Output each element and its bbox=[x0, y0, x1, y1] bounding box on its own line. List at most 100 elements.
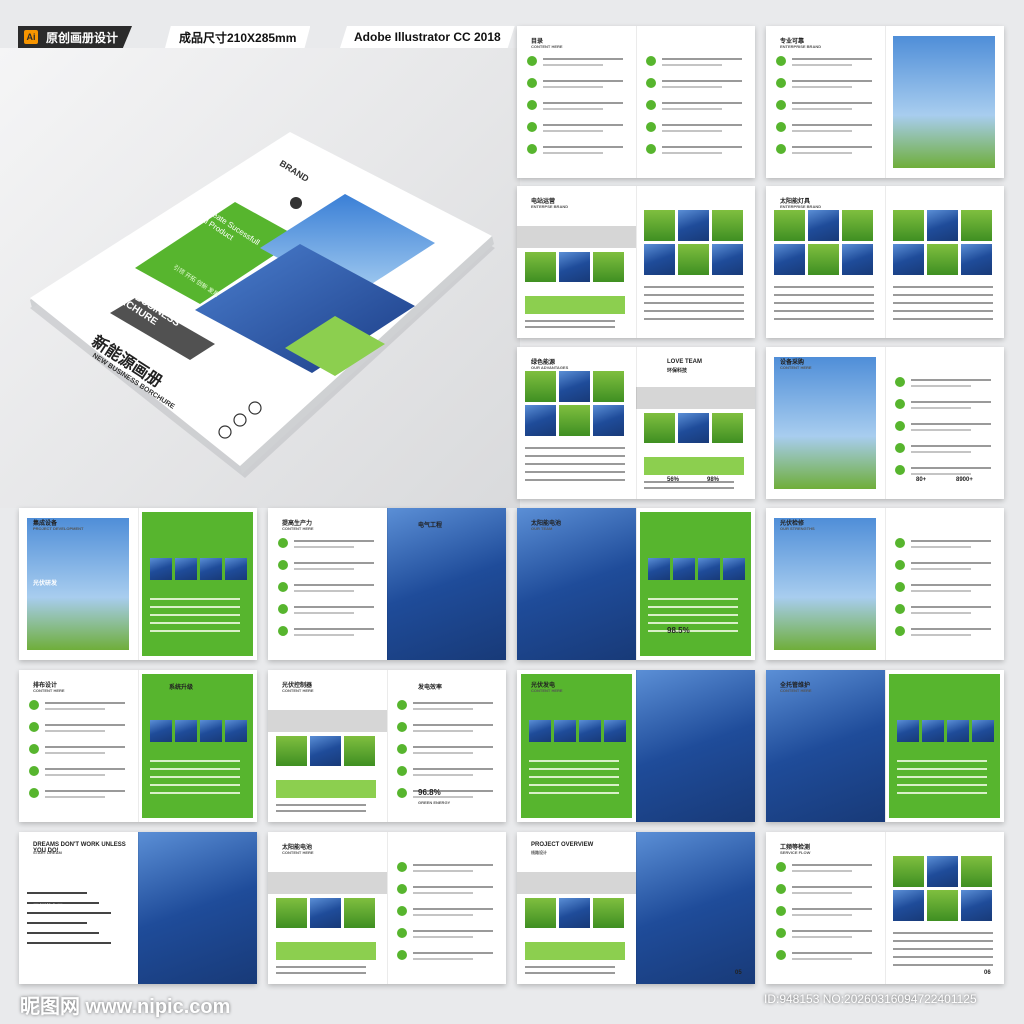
text-line bbox=[911, 568, 971, 570]
text-line bbox=[45, 730, 105, 732]
text-line bbox=[150, 614, 240, 616]
thumb bbox=[723, 558, 745, 580]
spread-subtitle: CONTENT HERE bbox=[531, 688, 563, 693]
spread-right-title: LOVE TEAM bbox=[667, 359, 703, 365]
text-line bbox=[529, 768, 619, 770]
bullet-icon bbox=[278, 626, 288, 636]
text-line bbox=[413, 952, 493, 954]
image-id: ID:948153 NO:20260316094722401125 bbox=[764, 992, 977, 1006]
text-line bbox=[911, 612, 971, 614]
text-line bbox=[662, 86, 722, 88]
bullet-icon bbox=[278, 604, 288, 614]
thumb bbox=[927, 244, 958, 275]
text-line bbox=[644, 286, 744, 288]
spread-subtitle: PROJECT DEVELOPMENT bbox=[33, 526, 84, 531]
bullet-icon bbox=[776, 950, 786, 960]
text-line bbox=[792, 908, 872, 910]
photo-block bbox=[774, 357, 876, 489]
thumb bbox=[150, 720, 172, 742]
brochure-spread: 光伏控制器 CONTENT HERE 发电效率 96.8% GREEN ENERGY bbox=[268, 670, 506, 822]
green-panel bbox=[142, 674, 253, 818]
thumb bbox=[200, 720, 222, 742]
text-line bbox=[774, 286, 874, 288]
brochure-spread: 排布设计 CONTENT HERE 系统升级 bbox=[19, 670, 257, 822]
spread-stat: 96.8% bbox=[418, 788, 441, 797]
brochure-spread: 提高生产力 CONTENT HERE 电气工程 bbox=[268, 508, 506, 660]
text-line bbox=[543, 86, 603, 88]
text-line bbox=[413, 958, 473, 960]
thumb bbox=[893, 890, 924, 921]
thumb bbox=[175, 558, 197, 580]
photo-block bbox=[893, 36, 995, 168]
bullet-icon bbox=[895, 626, 905, 636]
thumb bbox=[712, 210, 743, 241]
thumb bbox=[559, 405, 590, 436]
spread-right-title: 发电效率 bbox=[418, 685, 443, 691]
text-line bbox=[662, 124, 742, 126]
text-line bbox=[648, 630, 738, 632]
brochure-spread: 全托管维护 CONTENT HERE bbox=[766, 670, 1004, 822]
text-line bbox=[911, 628, 991, 630]
spread-stat2: 98% bbox=[707, 477, 720, 483]
brochure-spread: 工频等检测 SERVICE FLOW 06 bbox=[766, 832, 1004, 984]
spread-subtitle: START DREAM bbox=[33, 850, 62, 855]
text-line bbox=[792, 58, 872, 60]
bullet-icon bbox=[397, 928, 407, 938]
thumb bbox=[922, 720, 944, 742]
brochure-spread: 太阳能灯具 ENTERPRISE BRAND bbox=[766, 186, 1004, 338]
thumb bbox=[842, 210, 873, 241]
text-line bbox=[662, 58, 742, 60]
thumb bbox=[593, 405, 624, 436]
text-line bbox=[662, 146, 742, 148]
brochure-spread: 专业可靠 ENTERPRISE BRAND bbox=[766, 26, 1004, 178]
thumb bbox=[593, 898, 624, 928]
bullet-icon bbox=[776, 928, 786, 938]
thumb bbox=[673, 558, 695, 580]
thumb bbox=[947, 720, 969, 742]
text-line bbox=[413, 702, 493, 704]
text-line bbox=[792, 958, 852, 960]
spread-stat1: 80+ bbox=[916, 477, 927, 483]
text-line bbox=[150, 622, 240, 624]
bullet-icon bbox=[776, 56, 786, 66]
spread-stat-sub: GREEN ENERGY bbox=[418, 800, 451, 805]
text-line bbox=[413, 870, 473, 872]
text-line bbox=[294, 590, 354, 592]
spread-subtitle: CONTENT HERE bbox=[282, 526, 314, 531]
thumb bbox=[310, 898, 341, 928]
text-line bbox=[893, 294, 993, 296]
text-line bbox=[525, 479, 625, 481]
thumb bbox=[276, 898, 307, 928]
spread-left-title: 光伏研发 bbox=[33, 581, 58, 587]
thumb bbox=[678, 413, 709, 443]
brochure-spread: 电站运营 ENTERPSE BRAND bbox=[517, 186, 755, 338]
spread-subtitle: ENTERPSE BRAND bbox=[531, 204, 569, 209]
text-line bbox=[792, 870, 852, 872]
text-line bbox=[911, 562, 991, 564]
text-line bbox=[774, 310, 874, 312]
spread-page: 05 bbox=[735, 970, 742, 976]
thumb bbox=[200, 558, 222, 580]
text-line bbox=[911, 445, 991, 447]
bullet-icon bbox=[776, 884, 786, 894]
text-line bbox=[45, 774, 105, 776]
thumb bbox=[648, 558, 670, 580]
thumb bbox=[961, 244, 992, 275]
text-line bbox=[543, 108, 603, 110]
thumb bbox=[678, 210, 709, 241]
thumb bbox=[712, 244, 743, 275]
text-line bbox=[911, 540, 991, 542]
spread-stat1: 56% bbox=[667, 477, 680, 483]
text-line bbox=[897, 760, 987, 762]
text-line bbox=[525, 972, 615, 974]
text-line bbox=[413, 708, 473, 710]
text-line bbox=[276, 804, 366, 806]
thumb bbox=[842, 244, 873, 275]
bullet-icon bbox=[397, 906, 407, 916]
text-line bbox=[897, 784, 987, 786]
text-line bbox=[294, 540, 374, 542]
bullet-icon bbox=[646, 100, 656, 110]
text-line bbox=[792, 102, 872, 104]
bullet-icon bbox=[646, 78, 656, 88]
text-line bbox=[413, 724, 493, 726]
